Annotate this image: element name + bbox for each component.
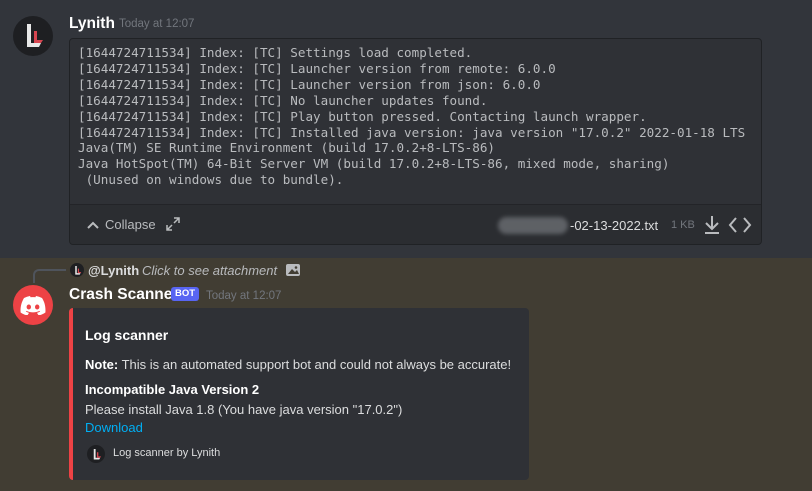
text-file-attachment: [1644724711534] Index: [TC] Settings loa… — [69, 38, 762, 245]
redacted-filename — [498, 217, 568, 234]
embed-description: Note: This is an automated support bot a… — [85, 357, 511, 372]
lynith-logo-icon — [74, 265, 81, 275]
code-icon[interactable] — [728, 215, 752, 235]
lynith-logo-icon — [93, 448, 101, 460]
collapse-label: Collapse — [105, 217, 156, 232]
reply-preview-text[interactable]: Click to see attachment — [142, 263, 277, 278]
timestamp: Today at 12:07 — [206, 290, 282, 302]
code-line: Java(TM) SE Runtime Environment (build 1… — [78, 140, 496, 156]
reply-spine — [33, 269, 66, 283]
expand-icon[interactable] — [165, 216, 181, 232]
message-lynith: Lynith Today at 12:07 [1644724711534] In… — [0, 8, 812, 258]
attachment-filename[interactable]: -02-13-2022.txt — [570, 218, 658, 233]
attachment-toolbar: Collapse -02-13-2022.txt 1 KB — [70, 204, 761, 244]
note-label: Note: — [85, 357, 119, 372]
attachment-filesize: 1 KB — [671, 219, 695, 231]
code-line: [1644724711534] Index: [TC] Play button … — [78, 108, 647, 124]
chat-view: Lynith Today at 12:07 [1644724711534] In… — [0, 0, 812, 491]
code-line: [1644724711534] Index: [TC] Launcher ver… — [78, 76, 541, 92]
chevron-up-icon — [87, 221, 99, 229]
username[interactable]: Lynith — [69, 15, 115, 33]
code-preview: [1644724711534] Index: [TC] Settings loa… — [78, 45, 761, 188]
embed: Log scanner Note: This is an automated s… — [69, 308, 529, 480]
code-line: [1644724711534] Index: [TC] No launcher … — [78, 92, 488, 108]
image-icon — [286, 264, 300, 276]
bot-avatar[interactable] — [13, 285, 53, 325]
code-line: [1644724711534] Index: [TC] Settings loa… — [78, 45, 473, 60]
embed-footer: Log scanner by Lynith — [113, 447, 221, 459]
embed-title: Log scanner — [85, 327, 169, 343]
footer-avatar — [87, 445, 105, 463]
previous-message-edge — [0, 0, 812, 8]
reply-mention[interactable]: @Lynith — [88, 263, 139, 278]
timestamp: Today at 12:07 — [119, 18, 195, 30]
bot-badge: BOT — [171, 287, 200, 301]
download-link[interactable]: Download — [85, 420, 143, 435]
avatar[interactable] — [13, 16, 53, 56]
bot-username[interactable]: Crash Scanner — [69, 286, 178, 304]
reply-avatar[interactable] — [70, 263, 84, 277]
message-crash-scanner: @Lynith Click to see attachment Crash Sc… — [0, 258, 812, 491]
collapse-button[interactable]: Collapse — [86, 217, 156, 232]
code-line: [1644724711534] Index: [TC] Launcher ver… — [78, 60, 556, 76]
code-line: Java HotSpot(TM) 64-Bit Server VM (build… — [78, 156, 670, 172]
code-line: [1644724711534] Index: [TC] Installed ja… — [78, 124, 746, 140]
embed-field-name: Incompatible Java Version 2 — [85, 382, 260, 397]
lynith-logo-icon — [27, 24, 43, 47]
discord-logo-icon — [20, 296, 46, 315]
embed-field-value: Please install Java 1.8 (You have java v… — [85, 402, 403, 417]
code-line: (Unused on windows due to bundle). — [78, 172, 344, 188]
download-icon[interactable] — [702, 214, 722, 236]
note-text: This is an automated support bot and cou… — [118, 357, 512, 372]
